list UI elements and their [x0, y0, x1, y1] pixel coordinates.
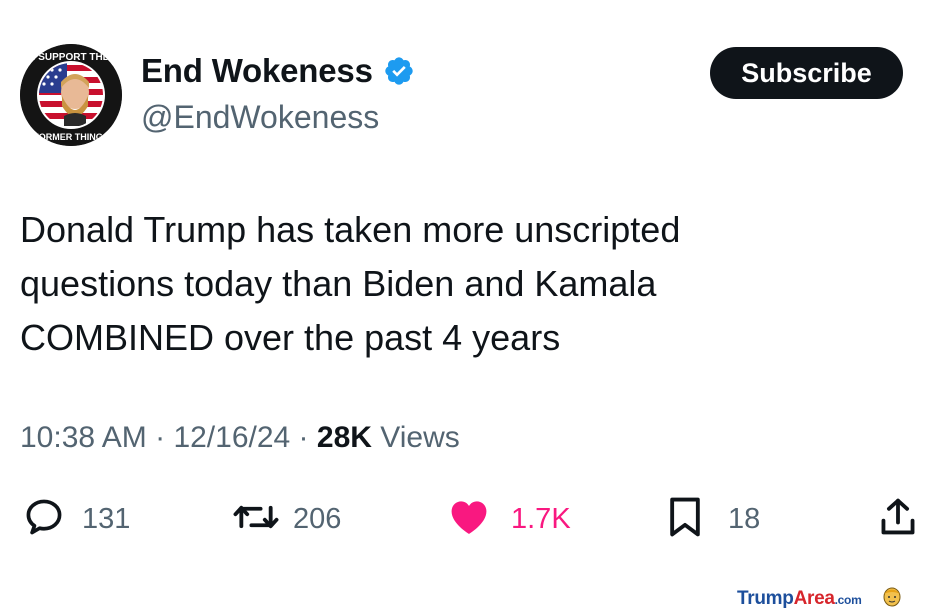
- retweet-button[interactable]: 206: [231, 496, 341, 542]
- avatar-text-top: I SUPPORT THE: [33, 52, 110, 63]
- display-name[interactable]: End Wokeness: [141, 52, 373, 90]
- author-name-row: End Wokeness: [141, 52, 415, 90]
- views-label: Views: [371, 421, 460, 454]
- meta-separator: ·: [146, 421, 174, 454]
- retweet-count: 206: [293, 502, 342, 535]
- tweet-action-bar: 131 206 1.7K 18: [0, 496, 940, 542]
- heart-filled-icon: [447, 495, 491, 544]
- subscribe-button[interactable]: Subscribe: [710, 47, 903, 99]
- watermark-face-icon: [881, 585, 903, 612]
- tweet-meta: 10:38 AM · 12/16/24 · 28K Views: [20, 421, 460, 455]
- like-button[interactable]: 1.7K: [447, 496, 571, 542]
- share-button[interactable]: [878, 496, 918, 542]
- avatar[interactable]: I SUPPORT THE FORMER THINGS: [20, 44, 122, 146]
- speech-bubble-icon: [22, 495, 66, 544]
- share-upload-icon: [878, 495, 918, 544]
- watermark: TrumpArea.com: [737, 585, 903, 612]
- avatar-text-bottom: FORMER THINGS: [33, 132, 109, 142]
- bookmark-count: 18: [728, 502, 761, 535]
- watermark-logo-text: TrumpArea.com: [737, 587, 862, 609]
- tweet-time[interactable]: 10:38 AM: [20, 421, 147, 454]
- reply-count: 131: [82, 502, 131, 535]
- like-count: 1.7K: [511, 502, 571, 535]
- verified-badge-icon: [383, 55, 415, 87]
- bookmark-icon: [666, 495, 704, 544]
- retweet-arrows-icon: [231, 495, 281, 544]
- tweet-date[interactable]: 12/16/24: [173, 421, 290, 454]
- tweet-text: Donald Trump has taken more unscripted q…: [20, 209, 681, 358]
- views-count: 28K: [316, 421, 372, 454]
- bookmark-button[interactable]: 18: [666, 496, 760, 542]
- reply-button[interactable]: 131: [22, 496, 130, 542]
- meta-separator: ·: [290, 421, 317, 454]
- author-handle[interactable]: @EndWokeness: [141, 99, 379, 136]
